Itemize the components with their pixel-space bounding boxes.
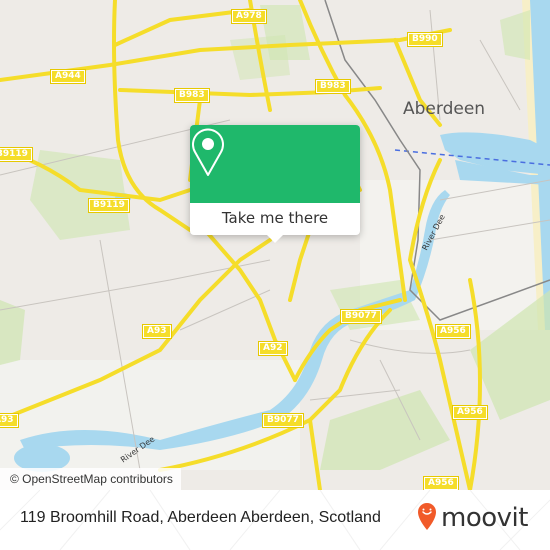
location-popup: Take me there (190, 125, 360, 243)
footer: 119 Broomhill Road, Aberdeen Aberdeen, S… (0, 490, 550, 550)
road-label-a956: A956 (423, 476, 459, 490)
road-label-a956: A956 (452, 405, 488, 420)
road-label-a92: A92 (258, 341, 288, 356)
moovit-logo[interactable]: moovit (416, 501, 528, 535)
brand-name: moovit (441, 503, 528, 533)
road-label-b9077: B9077 (340, 309, 382, 324)
take-me-there-button[interactable]: Take me there (190, 203, 360, 235)
road-label-a93: A93 (0, 413, 19, 428)
road-label-b990: B990 (407, 32, 443, 47)
road-label-a978: A978 (231, 9, 267, 24)
address-text: 119 Broomhill Road, Aberdeen Aberdeen, S… (20, 509, 381, 526)
road-label-b9119: B9119 (0, 147, 33, 162)
moovit-pin-icon (416, 501, 438, 535)
road-label-a93: A93 (142, 324, 172, 339)
map-attribution[interactable]: © OpenStreetMap contributors (0, 468, 181, 490)
map[interactable]: A978 B990 A944 B983 B983 B9119 B9119 B90… (0, 0, 550, 490)
city-label-aberdeen: Aberdeen (403, 99, 486, 119)
road-label-a944: A944 (50, 69, 86, 84)
road-label-b9119: B9119 (88, 198, 130, 213)
road-label-b9077: B9077 (262, 413, 304, 428)
popup-tail (267, 235, 283, 243)
road-label-a956: A956 (435, 324, 471, 339)
popup-header (190, 125, 360, 203)
road-label-b983: B983 (315, 79, 351, 94)
road-label-b983: B983 (174, 88, 210, 103)
